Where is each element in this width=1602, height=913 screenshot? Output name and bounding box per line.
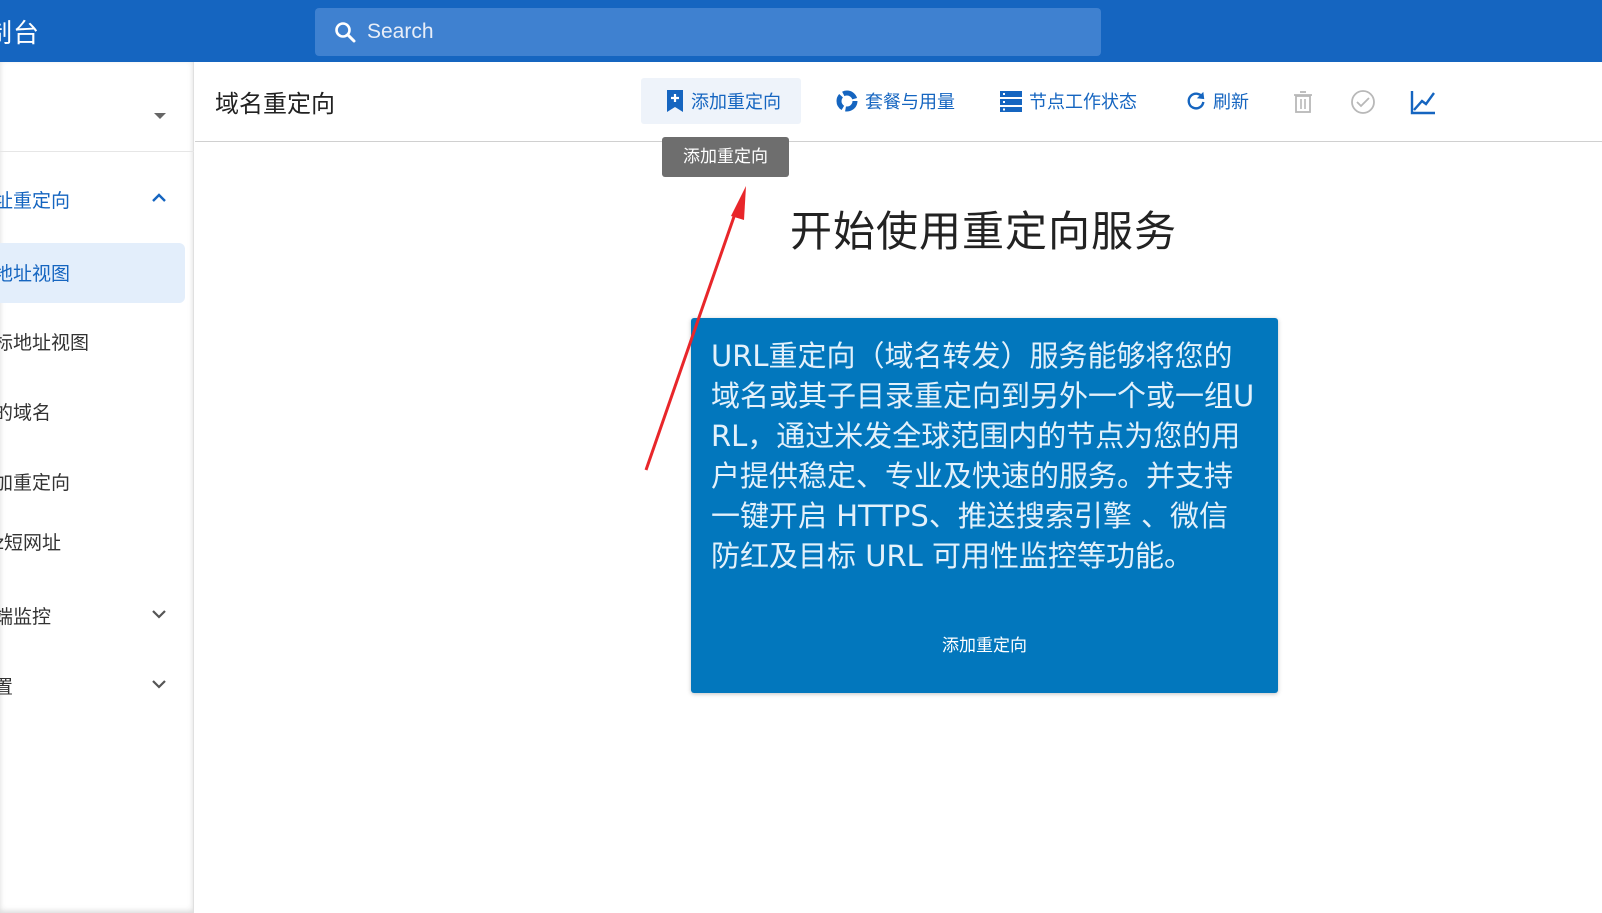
node-status-label: 节点工作状态 — [1029, 92, 1137, 113]
sidebar-group-label: 端监控 — [0, 606, 52, 628]
refresh-button[interactable]: 刷新 — [1177, 78, 1257, 124]
add-redirect-button[interactable]: 添加重定向 — [641, 78, 801, 124]
bookmark-add-icon — [667, 90, 683, 112]
app-title: 制台 — [0, 19, 41, 49]
sidebar-item-label: 加重定向 — [0, 472, 71, 494]
sidebar-item-address-view[interactable]: 地址视图 — [0, 243, 185, 303]
search-input[interactable] — [365, 8, 1065, 56]
sidebar-item-my-domains[interactable]: 的域名 — [0, 382, 185, 442]
sidebar-item-target-view[interactable]: 标地址视图 — [0, 312, 185, 372]
account-selector[interactable] — [0, 62, 194, 152]
toolbar: 域名重定向 添加重定向 套餐与用量 节点工作状态 刷新 — [195, 62, 1602, 142]
search-box[interactable] — [315, 8, 1101, 56]
intro-description: URL重定向（域名转发）服务能够将您的域名或其子目录重定向到另外一个或一组URL… — [711, 339, 1255, 573]
add-redirect-tooltip: 添加重定向 — [662, 137, 789, 177]
sidebar-group-monitoring[interactable]: 端监控 — [0, 586, 185, 646]
check-circle-icon[interactable] — [1349, 88, 1377, 116]
donut-chart-icon — [836, 90, 858, 112]
sidebar-item-add-redirect[interactable]: 加重定向 — [0, 452, 185, 512]
sidebar-item-label: z短网址 — [0, 532, 61, 554]
chevron-down-icon — [152, 680, 166, 689]
sidebar-group-label: 址重定向 — [0, 190, 71, 212]
refresh-label: 刷新 — [1213, 92, 1249, 113]
refresh-icon — [1187, 91, 1205, 110]
plans-usage-button[interactable]: 套餐与用量 — [827, 78, 963, 124]
sidebar-item-label: 地址视图 — [0, 263, 71, 285]
intro-card: URL重定向（域名转发）服务能够将您的域名或其子目录重定向到另外一个或一组URL… — [691, 318, 1278, 693]
chevron-up-icon — [152, 193, 166, 202]
line-chart-icon[interactable] — [1409, 88, 1437, 116]
plans-usage-label: 套餐与用量 — [865, 92, 955, 113]
search-icon — [335, 22, 356, 43]
chevron-down-icon — [152, 610, 166, 619]
app-bar: 制台 — [0, 0, 1602, 62]
sidebar-group-redirect[interactable]: 址重定向 — [0, 170, 185, 230]
server-icon — [1000, 91, 1022, 112]
add-redirect-label: 添加重定向 — [691, 92, 781, 113]
card-add-redirect-button[interactable]: 添加重定向 — [691, 636, 1278, 676]
sidebar-item-label: 标地址视图 — [0, 332, 90, 354]
sidebar-group-label: 置 — [0, 676, 14, 698]
sidebar: 址重定向 地址视图 标地址视图 的域名 加重定向 z短网址 端监控 置 — [0, 62, 194, 913]
page-title: 域名重定向 — [215, 90, 335, 118]
page-heading: 开始使用重定向服务 — [790, 207, 1178, 256]
dropdown-caret-icon — [154, 113, 166, 119]
sidebar-group-settings[interactable]: 置 — [0, 656, 185, 716]
sidebar-item-label: 的域名 — [0, 402, 52, 424]
sidebar-item-short-url[interactable]: z短网址 — [0, 512, 185, 572]
delete-icon[interactable] — [1289, 88, 1317, 116]
node-status-button[interactable]: 节点工作状态 — [991, 78, 1145, 124]
